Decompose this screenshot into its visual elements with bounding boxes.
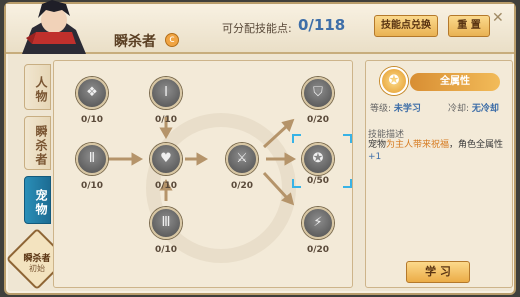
skill-level: 0/10 [80,181,104,191]
skill-node-sword[interactable]: ⚔ [226,143,258,175]
close-icon[interactable]: ✕ [492,10,508,26]
cooldown-value: 无冷却 [471,104,499,114]
skill-detail-panel: ✪ 全属性 等级: 未学习 冷却: 无冷却 技能描述 宠物为主人带来祝福，角色全… [365,60,513,288]
skill-point-exchange-button[interactable]: 技能点兑换 [374,15,438,37]
beast-icon: ❖ [86,85,98,100]
skill-level: 0/20 [306,245,330,255]
skill-level: 0/10 [80,115,104,125]
level-label: 等级: [370,104,392,114]
skill-node-beast[interactable]: ❖ [76,77,108,109]
skill-node-shield[interactable]: ⛉ [302,77,334,109]
tab-pet[interactable]: 宠物 [24,176,51,224]
skill-level: 0/20 [230,181,254,191]
skill-node-heart[interactable]: ♥ [150,143,182,175]
skill-level: 0/10 [154,115,178,125]
all-attributes-icon: ✪ [380,67,408,95]
class-badge-subtitle: 初始 [29,264,45,273]
level-value: 未学习 [393,104,421,114]
reset-button[interactable]: 重 置 [448,15,490,37]
level-row: 等级: 未学习 [370,101,421,114]
learn-button[interactable]: 学 习 [406,261,470,283]
tier3-icon: Ⅲ [161,215,171,230]
skill-node-lightning[interactable]: ⚡ [302,207,334,239]
tier1-icon: Ⅰ [164,85,168,100]
tab-character[interactable]: 人物 [24,64,51,110]
switch-class-icon[interactable]: c [165,33,179,47]
skill-description: 宠物为主人带来祝福，角色全属性+1 [368,140,504,162]
cooldown-row: 冷却: 无冷却 [448,101,499,114]
character-avatar [12,0,94,54]
skill-points-value: 0/118 [298,16,346,34]
heart-icon: ♥ [160,151,172,166]
skill-level: 0/20 [306,115,330,125]
skill-node-tier1[interactable]: Ⅰ [150,77,182,109]
tab-assassin[interactable]: 瞬杀者 [24,116,51,170]
selection-frame [292,134,352,188]
lightning-icon: ⚡ [313,215,323,230]
cooldown-label: 冷却: [448,104,470,114]
skill-name: 全属性 [410,73,500,91]
character-name: 瞬杀者 [114,34,156,50]
skill-level: 0/10 [154,181,178,191]
sword-icon: ⚔ [236,151,248,166]
tier2-icon: Ⅱ [88,151,96,166]
skill-node-tier3[interactable]: Ⅲ [150,207,182,239]
skill-window: 瞬杀者 c 可分配技能点: 0/118 技能点兑换 重 置 ✕ 人物 瞬杀者 宠… [4,0,516,295]
header-bar: 瞬杀者 c 可分配技能点: 0/118 技能点兑换 重 置 ✕ [6,0,514,54]
skill-level: 0/10 [154,245,178,255]
skill-node-tier2[interactable]: Ⅱ [76,143,108,175]
skill-points-label: 可分配技能点: [222,22,292,35]
shield-icon: ⛉ [313,85,323,100]
